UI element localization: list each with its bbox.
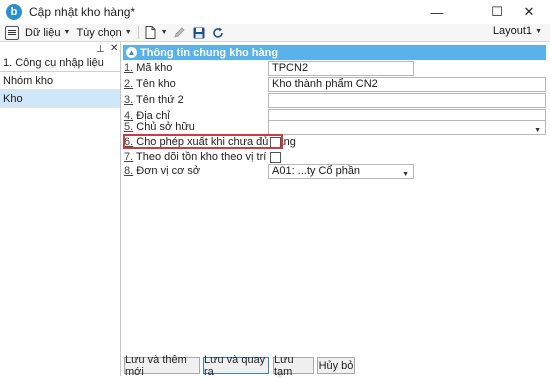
collapse-icon[interactable]: ▲ <box>126 47 137 58</box>
left-panel-header: 1. Công cụ nhập liệu <box>3 57 104 69</box>
field-label: 1. Mã kho <box>124 62 173 74</box>
highlight-annotation <box>123 134 283 149</box>
list-item-label: Nhóm kho <box>3 74 54 87</box>
ten-kho-input[interactable]: Kho thành phẩm CN2 <box>268 77 546 92</box>
panel-close-icon[interactable]: ✕ <box>110 43 118 54</box>
list-item-kho[interactable]: Kho <box>0 90 120 108</box>
field-label: 3. Tên thứ 2 <box>124 94 184 106</box>
edit-pencil-icon[interactable] <box>173 26 187 40</box>
pin-icon[interactable]: ⊥ <box>96 44 105 55</box>
window-title: Cập nhật kho hàng* <box>29 5 136 19</box>
chevron-down-icon: ▼ <box>402 171 409 178</box>
options-menu-label: Tùy chọn <box>76 26 122 39</box>
theo-doi-ton-kho-checkbox[interactable] <box>270 152 281 163</box>
new-document-icon[interactable] <box>144 26 158 40</box>
list-item-nhom-kho[interactable]: Nhóm kho <box>0 72 120 90</box>
ten-thu-2-input[interactable] <box>268 93 546 108</box>
field-label: 7. Theo dõi tồn kho theo vị trí <box>124 151 267 163</box>
app-logo-icon: b <box>6 4 22 20</box>
hamburger-menu-icon[interactable] <box>5 25 19 40</box>
caret-down-icon: ▼ <box>63 29 71 36</box>
field-row-ten-kho: 2. Tên kho Kho thành phẩm CN2 <box>124 77 546 93</box>
field-label: 8. Đơn vị cơ sở <box>124 165 201 177</box>
toolbar-separator <box>137 26 139 39</box>
caret-down-icon: ▼ <box>124 29 132 36</box>
field-row-ten-thu-2: 3. Tên thứ 2 <box>124 93 546 109</box>
layout-selector[interactable]: Layout1 ▼ <box>493 25 542 37</box>
title-bar: b Cập nhật kho hàng* — ☐ ✕ <box>0 0 550 24</box>
cancel-button[interactable]: Hủy bỏ <box>317 357 355 374</box>
options-menu[interactable]: Tùy chọn ▼ <box>76 27 131 39</box>
caret-down-icon[interactable]: ▼ <box>161 29 168 36</box>
save-disk-icon[interactable] <box>192 26 206 40</box>
section-title: Thông tin chung kho hàng <box>140 46 279 59</box>
field-row-don-vi-co-so: 8. Đơn vị cơ sở A01: ...ty Cổ phần ▼ <box>124 164 546 180</box>
list-item-label: Kho <box>3 92 23 105</box>
close-button[interactable]: ✕ <box>508 0 550 24</box>
data-menu-label: Dữ liệu <box>25 26 61 39</box>
save-and-back-button[interactable]: Lưu và quay ra <box>203 354 269 378</box>
layout-value: Layout1 <box>492 25 533 37</box>
left-panel: ⊥ ✕ 1. Công cụ nhập liệu Nhóm kho Kho <box>0 42 121 376</box>
minimize-button[interactable]: — <box>416 0 458 24</box>
ma-kho-input[interactable]: TPCN2 <box>268 61 414 76</box>
field-label: 2. Tên kho <box>124 78 176 90</box>
save-temp-button[interactable]: Lưu tạm <box>273 354 314 378</box>
section-header[interactable]: ▲ Thông tin chung kho hàng <box>123 45 546 60</box>
field-label: 5. Chủ sở hữu <box>124 121 195 133</box>
data-menu[interactable]: Dữ liệu ▼ <box>25 27 70 39</box>
save-and-new-button[interactable]: Lưu và thêm mới <box>124 354 200 378</box>
caret-down-icon: ▼ <box>535 27 542 35</box>
field-row-ma-kho: 1. Mã kho TPCN2 <box>124 61 546 77</box>
toolbar: Dữ liệu ▼ Tùy chọn ▼ ▼ Layout1 ▼ <box>0 24 550 42</box>
chu-so-huu-select[interactable]: ▼ <box>268 120 546 135</box>
don-vi-co-so-select[interactable]: A01: ...ty Cổ phần ▼ <box>268 164 414 179</box>
refresh-icon[interactable] <box>211 26 225 40</box>
